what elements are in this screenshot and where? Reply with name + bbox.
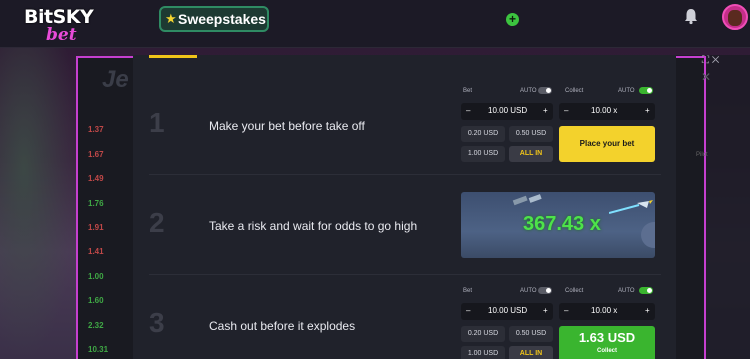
toggle-knob (647, 88, 652, 93)
auto-bet-toggle[interactable] (538, 287, 552, 294)
fullscreen-icon[interactable]: ⛶ ✕ (702, 55, 719, 66)
bet-label: Bet (463, 288, 473, 294)
collect-label: Collect (565, 88, 584, 94)
auto-collect-toggle[interactable] (639, 87, 653, 94)
bet-label: Bet (463, 88, 473, 94)
history-value: 1.00 (88, 272, 104, 281)
history-value: 1.60 (88, 296, 104, 305)
odds-multiplier: 367.43 x (523, 213, 601, 235)
quick-bet-button[interactable]: 0.20 USD (461, 326, 505, 342)
collect-odds-value: 10.00 x (591, 106, 618, 115)
history-value: 1.41 (88, 247, 104, 256)
planet-graphic (641, 222, 655, 248)
quick-bet-button[interactable]: 0.50 USD (509, 326, 553, 342)
quick-bet-button[interactable]: 0.20 USD (461, 126, 505, 142)
plus-icon[interactable]: + (543, 306, 548, 315)
bet-panel-demo: Bet AUTO Collect AUTO – 10.00 USD + – 10… (461, 287, 659, 359)
background-palm (0, 40, 80, 359)
bet-amount-value: 10.00 USD (488, 306, 528, 315)
add-funds-icon[interactable]: + (506, 13, 519, 26)
minus-icon[interactable]: – (466, 106, 470, 115)
history-value: 10.31 (88, 345, 109, 354)
avatar[interactable] (722, 4, 748, 30)
plus-icon[interactable]: + (645, 106, 650, 115)
bell-icon[interactable] (682, 7, 700, 25)
collect-label: Collect (565, 288, 584, 294)
minus-icon[interactable]: – (564, 306, 568, 315)
plus-icon[interactable]: + (543, 106, 548, 115)
history-value: 1.49 (88, 174, 104, 183)
collect-sublabel: Collect (596, 348, 617, 354)
collect-amount: 1.63 USD (578, 330, 636, 345)
how-to-play-modal: 1 Make your bet before take off Bet AUTO… (133, 55, 676, 359)
bet-amount-value: 10.00 USD (488, 106, 528, 115)
bet-panel-demo: Bet AUTO Collect AUTO – 10.00 USD + – 10… (461, 87, 659, 171)
step-3: 3 Cash out before it explodes Bet AUTO C… (149, 277, 661, 359)
logo[interactable]: BitSKY bet (24, 6, 104, 45)
history-value: 1.37 (88, 125, 104, 134)
auto-label: AUTO (520, 288, 537, 294)
tab-indicator (149, 55, 197, 58)
step-number: 2 (149, 207, 165, 238)
auto-label: AUTO (618, 88, 635, 94)
collect-odds-stepper[interactable]: – 10.00 x + (559, 103, 655, 120)
collect-button[interactable]: 1.63 USD Collect (559, 326, 655, 359)
top-bar: BitSKY bet ★ Sweepstakes + (0, 0, 750, 48)
auto-bet-toggle[interactable] (538, 87, 552, 94)
bet-amount-stepper[interactable]: – 10.00 USD + (461, 103, 553, 120)
all-in-button[interactable]: ALL IN (509, 146, 553, 162)
auto-label: AUTO (520, 88, 537, 94)
odds-preview-image: 367.43 x (461, 192, 655, 258)
plus-icon[interactable]: + (645, 306, 650, 315)
sweepstakes-button[interactable]: ★ Sweepstakes (159, 6, 269, 32)
auto-collect-toggle[interactable] (639, 287, 653, 294)
toggle-knob (546, 288, 551, 293)
step-description: Take a risk and wait for odds to go high (209, 218, 418, 233)
step-1: 1 Make your bet before take off Bet AUTO… (149, 77, 661, 175)
star-icon: ★ (165, 11, 177, 26)
step-number: 1 (149, 107, 165, 138)
quick-bet-button[interactable]: 1.00 USD (461, 146, 505, 162)
step-number: 3 (149, 307, 165, 338)
toggle-knob (647, 288, 652, 293)
rocket-icon (609, 200, 653, 214)
step-description: Make your bet before take off (209, 118, 365, 133)
minus-icon[interactable]: – (466, 306, 470, 315)
history-value: 1.76 (88, 199, 104, 208)
avatar-face (728, 10, 742, 26)
step-2: 2 Take a risk and wait for odds to go hi… (149, 177, 661, 275)
history-value: 1.67 (88, 150, 104, 159)
close-icon[interactable]: ✕ (701, 70, 711, 84)
all-in-button[interactable]: ALL IN (509, 346, 553, 359)
auto-label: AUTO (618, 288, 635, 294)
satellite-icon (512, 194, 542, 206)
logo-text-bottom: bet (46, 25, 77, 45)
side-label: Pilot (696, 152, 708, 158)
history-value: 2.32 (88, 321, 104, 330)
history-value: 1.91 (88, 223, 104, 232)
quick-bet-button[interactable]: 1.00 USD (461, 346, 505, 359)
collect-odds-value: 10.00 x (591, 306, 618, 315)
sweepstakes-label: Sweepstakes (178, 11, 266, 27)
bet-amount-stepper[interactable]: – 10.00 USD + (461, 303, 553, 320)
game-title: Je (102, 66, 129, 93)
quick-bet-button[interactable]: 0.50 USD (509, 126, 553, 142)
collect-odds-stepper[interactable]: – 10.00 x + (559, 303, 655, 320)
step-description: Cash out before it explodes (209, 319, 356, 333)
toggle-knob (546, 88, 551, 93)
place-bet-button[interactable]: Place your bet (559, 126, 655, 162)
minus-icon[interactable]: – (564, 106, 568, 115)
